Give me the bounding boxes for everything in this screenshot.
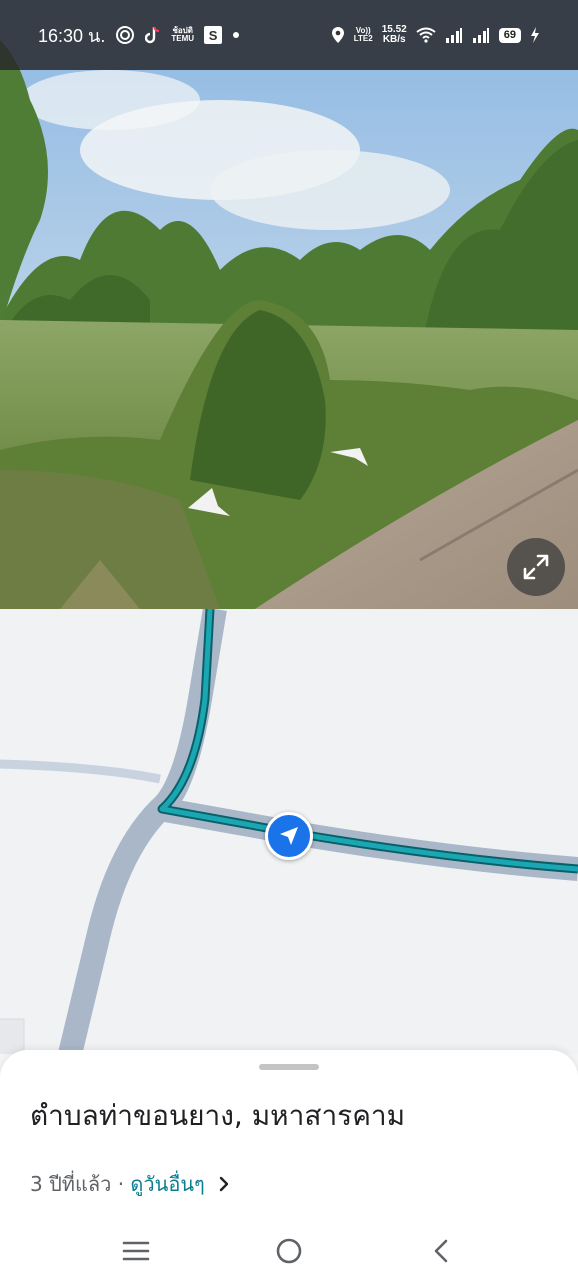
see-more-dates-link[interactable]: ดูวันอื่นๆ xyxy=(130,1168,204,1200)
location-pin-icon xyxy=(331,27,344,43)
volte-indicator: Vo)) LTE2 xyxy=(354,27,373,43)
home-button[interactable] xyxy=(269,1231,309,1271)
home-circle-icon xyxy=(276,1238,302,1264)
back-icon xyxy=(434,1239,447,1263)
navigation-arrow-icon xyxy=(280,827,298,845)
wifi-icon xyxy=(416,27,436,43)
tiktok-icon xyxy=(145,26,160,44)
temu-icon: ช้อปดิ TEMU xyxy=(171,27,194,43)
charging-bolt-icon xyxy=(531,27,539,43)
mini-map[interactable] xyxy=(0,609,578,1054)
menu-icon xyxy=(123,1241,150,1261)
recent-apps-button[interactable] xyxy=(116,1231,156,1271)
street-view-image xyxy=(0,0,578,609)
place-title: ตำบลท่าขอนยาง, มหาสารคาม xyxy=(30,1099,406,1132)
drag-handle[interactable] xyxy=(259,1064,319,1070)
capture-age: 3 ปีที่แล้ว xyxy=(30,1172,112,1196)
volte-bottom-text: LTE2 xyxy=(353,34,373,43)
current-location-marker[interactable] xyxy=(265,812,313,860)
signal-icon xyxy=(445,28,462,43)
building xyxy=(0,1018,25,1054)
back-button[interactable] xyxy=(422,1231,462,1271)
radio-icon xyxy=(116,26,135,44)
street-view-panorama[interactable] xyxy=(0,0,578,609)
speed-unit: KB/s xyxy=(382,34,406,45)
status-right: Vo)) LTE2 15.52 KB/s 69 xyxy=(331,25,540,45)
dot-icon xyxy=(233,32,240,38)
chevron-right-icon[interactable] xyxy=(215,1175,233,1193)
status-bar: 16:30 น. ช้อปดิ TEMU S Vo)) LTE2 15.52 K… xyxy=(0,0,578,70)
signal-icon-2 xyxy=(472,28,489,43)
status-left: 16:30 น. ช้อปดิ TEMU S xyxy=(38,21,240,50)
expand-arrows-icon xyxy=(523,554,549,580)
temu-bottom-text: TEMU xyxy=(171,34,195,43)
system-nav-bar xyxy=(0,1222,578,1280)
separator: · xyxy=(111,1172,131,1196)
capture-date-row: 3 ปีที่แล้ว · ดูวันอื่นๆ xyxy=(30,1168,233,1200)
status-time: 16:30 น. xyxy=(38,25,106,46)
expand-button[interactable] xyxy=(507,538,565,596)
s-icon: S xyxy=(204,26,223,44)
battery-level: 69 xyxy=(498,27,521,43)
network-speed: 15.52 KB/s xyxy=(382,25,407,45)
